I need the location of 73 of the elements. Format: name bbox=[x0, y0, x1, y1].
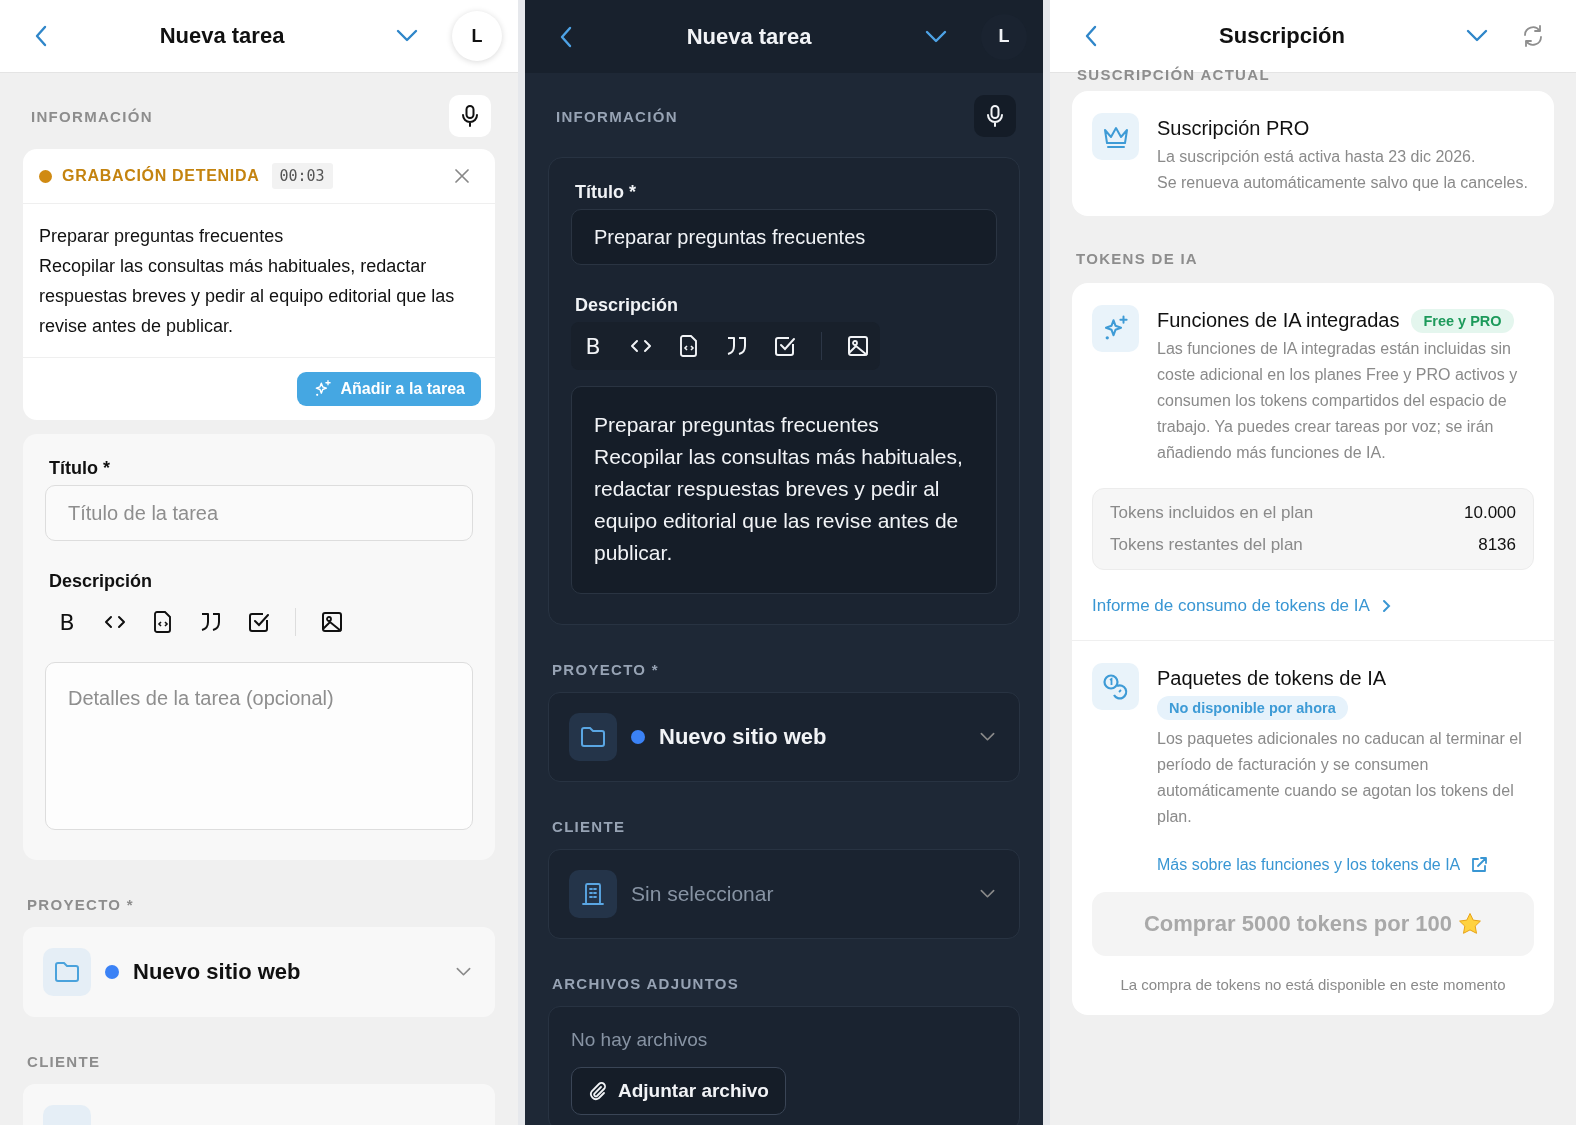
description-field[interactable]: Detalles de la tarea (opcional) bbox=[45, 662, 473, 830]
screen-title: Suscripción bbox=[1218, 23, 1346, 49]
feature-title: Funciones de IA integradas bbox=[1157, 309, 1400, 332]
empty-message: No hay archivos bbox=[571, 1029, 708, 1051]
project-name: Nuevo sitio web bbox=[133, 959, 302, 985]
chevron-down-icon[interactable] bbox=[980, 887, 995, 901]
recording-status: GRABACIÓN DETENIDA bbox=[62, 167, 260, 185]
plan-info: La suscripción está activa hasta 23 dic 2026. bbox=[1157, 147, 1476, 167]
close-icon[interactable] bbox=[455, 169, 469, 183]
description-field[interactable]: Preparar preguntas frecuentes Recopilar las consultas más habituales, redactar respuestas breves y pedir al equipo editorial que las revise antes de publicar. bbox=[571, 386, 997, 594]
field-label: Título * bbox=[48, 458, 111, 479]
stat-label: Tokens incluidos en el plan bbox=[1110, 503, 1314, 523]
client-selector[interactable]: Sin seleccionar bbox=[548, 849, 1020, 939]
section-label: INFORMACIÓN bbox=[30, 107, 153, 125]
recording-time: 00:03 bbox=[271, 163, 333, 189]
project-name: Nuevo sitio web bbox=[659, 724, 828, 750]
client-placeholder: Sin seleccionar bbox=[631, 882, 775, 906]
chevron-down-icon[interactable] bbox=[456, 965, 471, 979]
field-label: Título * bbox=[574, 182, 637, 203]
section-label: PROYECTO * bbox=[26, 896, 135, 913]
field-label: Descripción bbox=[48, 571, 154, 592]
section-label: PROYECTO * bbox=[551, 661, 660, 678]
attach-file-button[interactable]: Adjuntar archivo bbox=[571, 1067, 786, 1115]
plan-info: Se renueva automáticamente salvo que la canceles. bbox=[1157, 173, 1528, 193]
field-label: Descripción bbox=[574, 295, 680, 316]
availability-badge: No disponible por ahora bbox=[1157, 696, 1348, 720]
section-label: CLIENTE bbox=[551, 818, 627, 835]
coins-icon bbox=[1092, 663, 1139, 710]
title-field[interactable]: Título de la tarea bbox=[45, 485, 473, 541]
chevron-down-icon[interactable] bbox=[396, 29, 418, 43]
purchase-note: La compra de tokens no está disponible en este momento bbox=[1119, 976, 1507, 993]
refresh-icon[interactable] bbox=[1522, 25, 1544, 47]
transcript-text: Recopilar las consultas más habituales, redactar respuestas breves y pedir al equipo editorial que las revise antes de publicar. bbox=[39, 255, 456, 338]
chevron-down-icon[interactable] bbox=[980, 730, 995, 744]
section-label: INFORMACIÓN bbox=[555, 107, 678, 125]
packs-title: Paquetes de tokens de IA bbox=[1157, 667, 1387, 690]
back-icon[interactable] bbox=[559, 25, 573, 48]
crown-icon bbox=[1092, 113, 1139, 160]
section-label: SUSCRIPCIÓN ACTUAL bbox=[1076, 65, 1271, 85]
folder-icon bbox=[43, 948, 91, 996]
title-field[interactable]: Preparar preguntas frecuentes bbox=[571, 209, 997, 265]
bold-button[interactable]: B bbox=[575, 328, 611, 364]
external-link-icon bbox=[1470, 856, 1489, 874]
avatar[interactable]: L bbox=[452, 11, 502, 61]
stat-value: 10.000 bbox=[1464, 503, 1516, 523]
packs-description: Los paquetes adicionales no caducan al terminar el período de facturación y se consumen automáticamente cuando se agotan los tokens del plan. bbox=[1157, 729, 1523, 827]
chevron-down-icon[interactable] bbox=[1466, 29, 1488, 43]
microphone-icon bbox=[461, 105, 479, 127]
project-selector[interactable]: Nuevo sitio web bbox=[548, 692, 1020, 782]
project-selector[interactable]: Nuevo sitio web bbox=[23, 927, 495, 1017]
microphone-button[interactable] bbox=[974, 95, 1016, 137]
stat-label: Tokens restantes del plan bbox=[1110, 535, 1303, 555]
back-icon[interactable] bbox=[1084, 25, 1098, 47]
star-icon bbox=[1458, 912, 1483, 936]
feature-description: Las funciones de IA integradas están incluidas sin coste adicional en los planes Free y PRO activos y consumen los tokens compartidos del espacio de trabajo. Ya puedes crear tareas por voz; se irán añadiendo más funciones de IA. bbox=[1157, 339, 1519, 463]
microphone-button[interactable] bbox=[449, 95, 491, 137]
folder-icon bbox=[569, 713, 617, 761]
transcript-text: Preparar preguntas frecuentes bbox=[39, 225, 285, 248]
paperclip-icon bbox=[588, 1081, 608, 1101]
chevron-down-icon[interactable] bbox=[925, 29, 947, 44]
bold-button[interactable]: B bbox=[49, 604, 85, 640]
plan-badge: Free y PRO bbox=[1411, 308, 1514, 333]
section-label: TOKENS DE IA bbox=[1075, 250, 1199, 267]
plan-title: Suscripción PRO bbox=[1157, 117, 1310, 140]
screen-title: Nueva tarea bbox=[158, 23, 286, 49]
microphone-icon bbox=[986, 105, 1004, 127]
back-icon[interactable] bbox=[34, 25, 48, 47]
status-dot bbox=[39, 169, 52, 183]
section-label: ARCHIVOS ADJUNTOS bbox=[551, 975, 741, 992]
chevron-right-icon bbox=[1381, 599, 1392, 613]
stat-value: 8136 bbox=[1478, 535, 1516, 555]
section-label: CLIENTE bbox=[26, 1053, 102, 1070]
screen-title: Nueva tarea bbox=[685, 23, 813, 50]
